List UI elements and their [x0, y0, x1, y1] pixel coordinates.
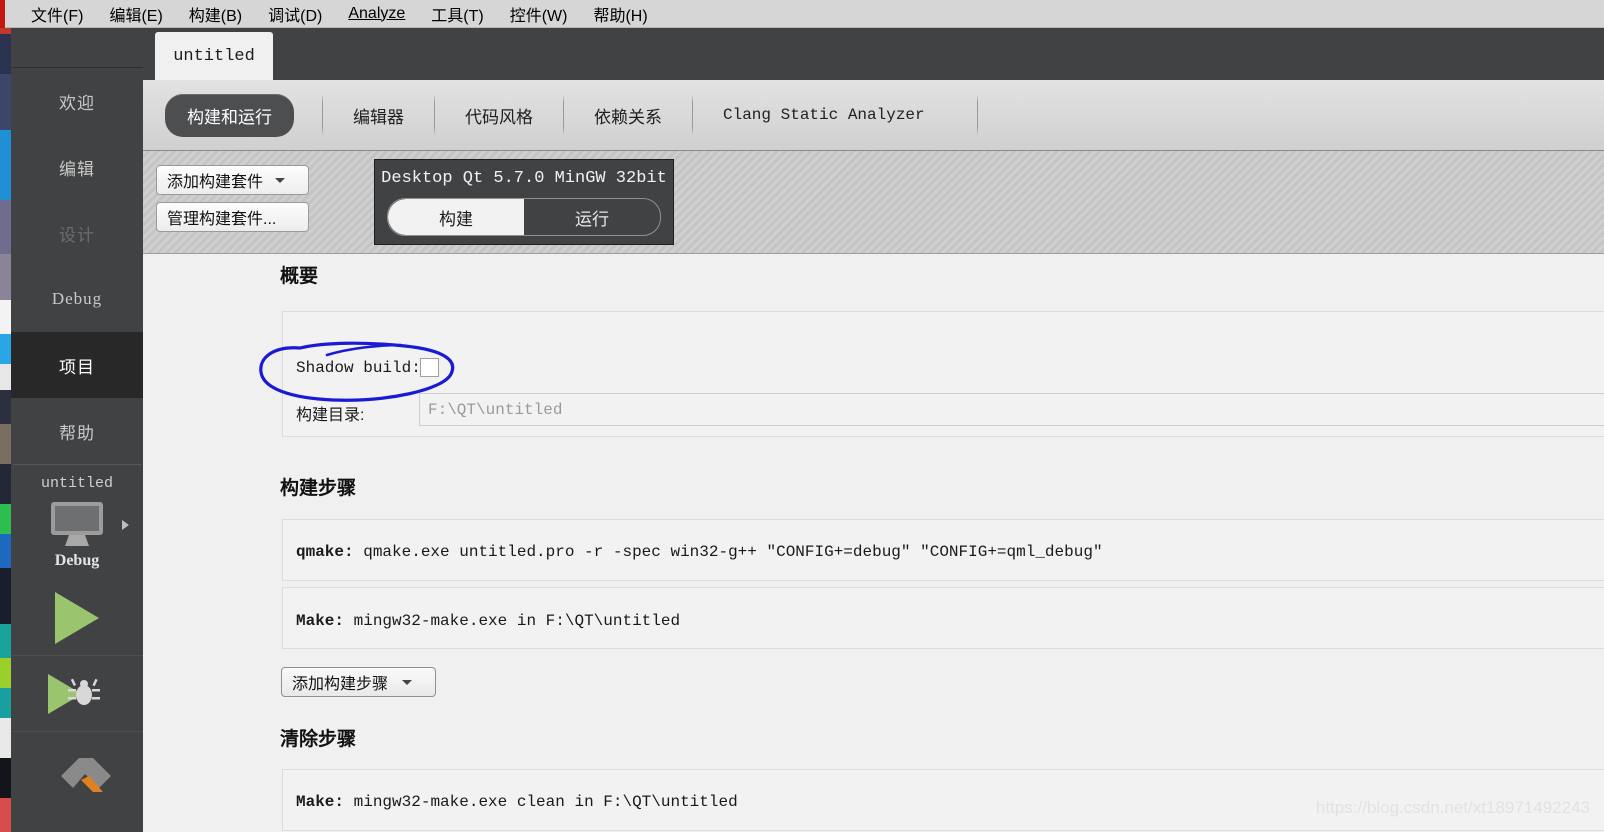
sidebar-item-design: 设计: [11, 200, 143, 266]
clean-step-make-text: Make: mingw32-make.exe clean in F:\QT\un…: [296, 793, 738, 811]
sidebar-item-projects[interactable]: 项目: [11, 332, 143, 398]
add-build-step-label: 添加构建步骤: [292, 676, 389, 693]
sidebar-item-edit[interactable]: 编辑: [11, 134, 143, 200]
project-tab-untitled[interactable]: untitled: [155, 32, 273, 80]
build-directory-label: 构建目录:: [296, 407, 365, 424]
debug-button[interactable]: [11, 655, 143, 731]
sidebar-item-label: 项目: [59, 357, 95, 377]
menu-help[interactable]: 帮助(H): [580, 0, 660, 28]
target-build-config: Debug: [54, 552, 100, 569]
build-step-qmake-name: qmake:: [296, 543, 354, 561]
shadow-build-checkbox[interactable]: [420, 358, 439, 377]
background-desktop-sliver: [0, 0, 11, 832]
tab-editor[interactable]: 编辑器: [323, 103, 434, 128]
build-step-qmake-text: qmake: qmake.exe untitled.pro -r -spec w…: [296, 543, 1103, 561]
clean-step-make-command: mingw32-make.exe clean in F:\QT\untitled: [353, 793, 738, 811]
add-kit-label: 添加构建套件: [167, 174, 264, 191]
target-selector[interactable]: untitled Debug: [11, 465, 143, 570]
sidebar-top-spacer: [11, 28, 143, 68]
build-steps-section-title: 构建步骤: [280, 478, 357, 499]
project-settings-tabs: 构建和运行 编辑器 代码风格 依赖关系 Clang Static Analyze…: [143, 80, 1604, 151]
sidebar-item-label: Debug: [51, 289, 103, 308]
add-build-step-button[interactable]: 添加构建步骤: [281, 667, 436, 697]
clean-step-make-name: Make:: [296, 793, 345, 811]
build-step-make-command: mingw32-make.exe in F:\QT\untitled: [353, 612, 681, 630]
target-project-name: untitled: [40, 475, 113, 492]
tab-build-and-run[interactable]: 构建和运行: [165, 93, 294, 137]
sidebar-item-label: 欢迎: [59, 93, 95, 113]
build-directory-value: F:\QT\untitled: [428, 400, 563, 419]
menu-file[interactable]: 文件(F): [18, 0, 96, 28]
menu-tools[interactable]: 工具(T): [418, 0, 496, 28]
tab-label: 编辑器: [353, 107, 404, 127]
clean-steps-section-title: 清除步骤: [280, 729, 357, 750]
kit-toggle-build-label: 构建: [439, 209, 473, 229]
tab-clang-static-analyzer[interactable]: Clang Static Analyzer: [693, 106, 955, 124]
manage-kits-label: 管理构建套件...: [167, 211, 277, 228]
tab-separator: [976, 94, 978, 136]
add-kit-button[interactable]: 添加构建套件: [156, 165, 309, 195]
tab-label: Clang Static Analyzer: [723, 106, 925, 124]
manage-kits-button[interactable]: 管理构建套件...: [156, 202, 309, 232]
qt-creator-window: 文件(F) 编辑(E) 构建(B) 调试(D) Analyze 工具(T) 控件…: [0, 0, 1604, 832]
window-edge-marker: [0, 0, 5, 28]
build-settings-content: 概要 Shadow build: 构建目录: F:\QT\untitled 构建…: [143, 253, 1604, 832]
summary-section-title: 概要: [280, 266, 319, 287]
tab-dependencies[interactable]: 依赖关系: [564, 103, 692, 128]
run-button[interactable]: [11, 580, 143, 655]
sidebar-item-help[interactable]: 帮助: [11, 398, 143, 464]
build-step-make-text: Make: mingw32-make.exe in F:\QT\untitled: [296, 612, 680, 630]
hammer-icon: [61, 758, 111, 792]
chevron-down-icon: [402, 679, 413, 685]
kit-toggle-build[interactable]: 构建: [388, 199, 524, 235]
menu-widgets[interactable]: 控件(W): [497, 0, 581, 28]
mode-sidebar: 欢迎 编辑 设计 Debug 项目 帮助 untitled Debug: [11, 28, 143, 832]
menu-bar: 文件(F) 编辑(E) 构建(B) 调试(D) Analyze 工具(T) 控件…: [0, 0, 1604, 28]
selected-kit-name: Desktop Qt 5.7.0 MinGW 32bit: [381, 169, 667, 188]
project-tab-label: untitled: [173, 46, 255, 66]
menu-debug[interactable]: 调试(D): [255, 0, 335, 28]
bug-icon: [68, 678, 100, 705]
project-tab-strip: untitled: [143, 28, 1604, 80]
tab-label: 构建和运行: [187, 107, 272, 127]
selected-kit-card[interactable]: Desktop Qt 5.7.0 MinGW 32bit 构建 运行: [374, 159, 674, 245]
build-step-make-name: Make:: [296, 612, 345, 630]
build-button[interactable]: [11, 731, 143, 792]
run-icon: [55, 591, 99, 644]
menu-analyze[interactable]: Analyze: [335, 3, 418, 25]
build-directory-input[interactable]: F:\QT\untitled: [419, 393, 1604, 426]
tab-code-style[interactable]: 代码风格: [435, 103, 563, 128]
chevron-right-icon: [122, 520, 129, 530]
watermark: https://blog.csdn.net/xt18971492243: [1315, 798, 1590, 817]
kit-build-run-toggle: 构建 运行: [387, 198, 661, 236]
chevron-down-icon: [275, 177, 286, 183]
shadow-build-label: Shadow build:: [296, 359, 421, 377]
kit-toggle-run[interactable]: 运行: [524, 199, 660, 235]
menu-edit[interactable]: 编辑(E): [96, 0, 175, 28]
desktop-monitor-icon: [51, 502, 103, 546]
sidebar-item-label: 设计: [59, 225, 95, 245]
sidebar-item-welcome[interactable]: 欢迎: [11, 68, 143, 134]
sidebar-item-debug[interactable]: Debug: [11, 266, 143, 332]
kit-toggle-run-label: 运行: [575, 209, 609, 229]
kit-selector-bar: 添加构建套件 管理构建套件... Desktop Qt 5.7.0 MinGW …: [143, 151, 1604, 254]
menu-build[interactable]: 构建(B): [176, 0, 255, 28]
tab-label: 依赖关系: [594, 107, 662, 127]
sidebar-item-label: 编辑: [59, 159, 95, 179]
sidebar-item-label: 帮助: [59, 423, 95, 443]
tab-label: 代码风格: [465, 107, 533, 127]
target-kit-icon-row: [11, 500, 143, 548]
build-step-qmake-command: qmake.exe untitled.pro -r -spec win32-g+…: [363, 543, 1103, 561]
